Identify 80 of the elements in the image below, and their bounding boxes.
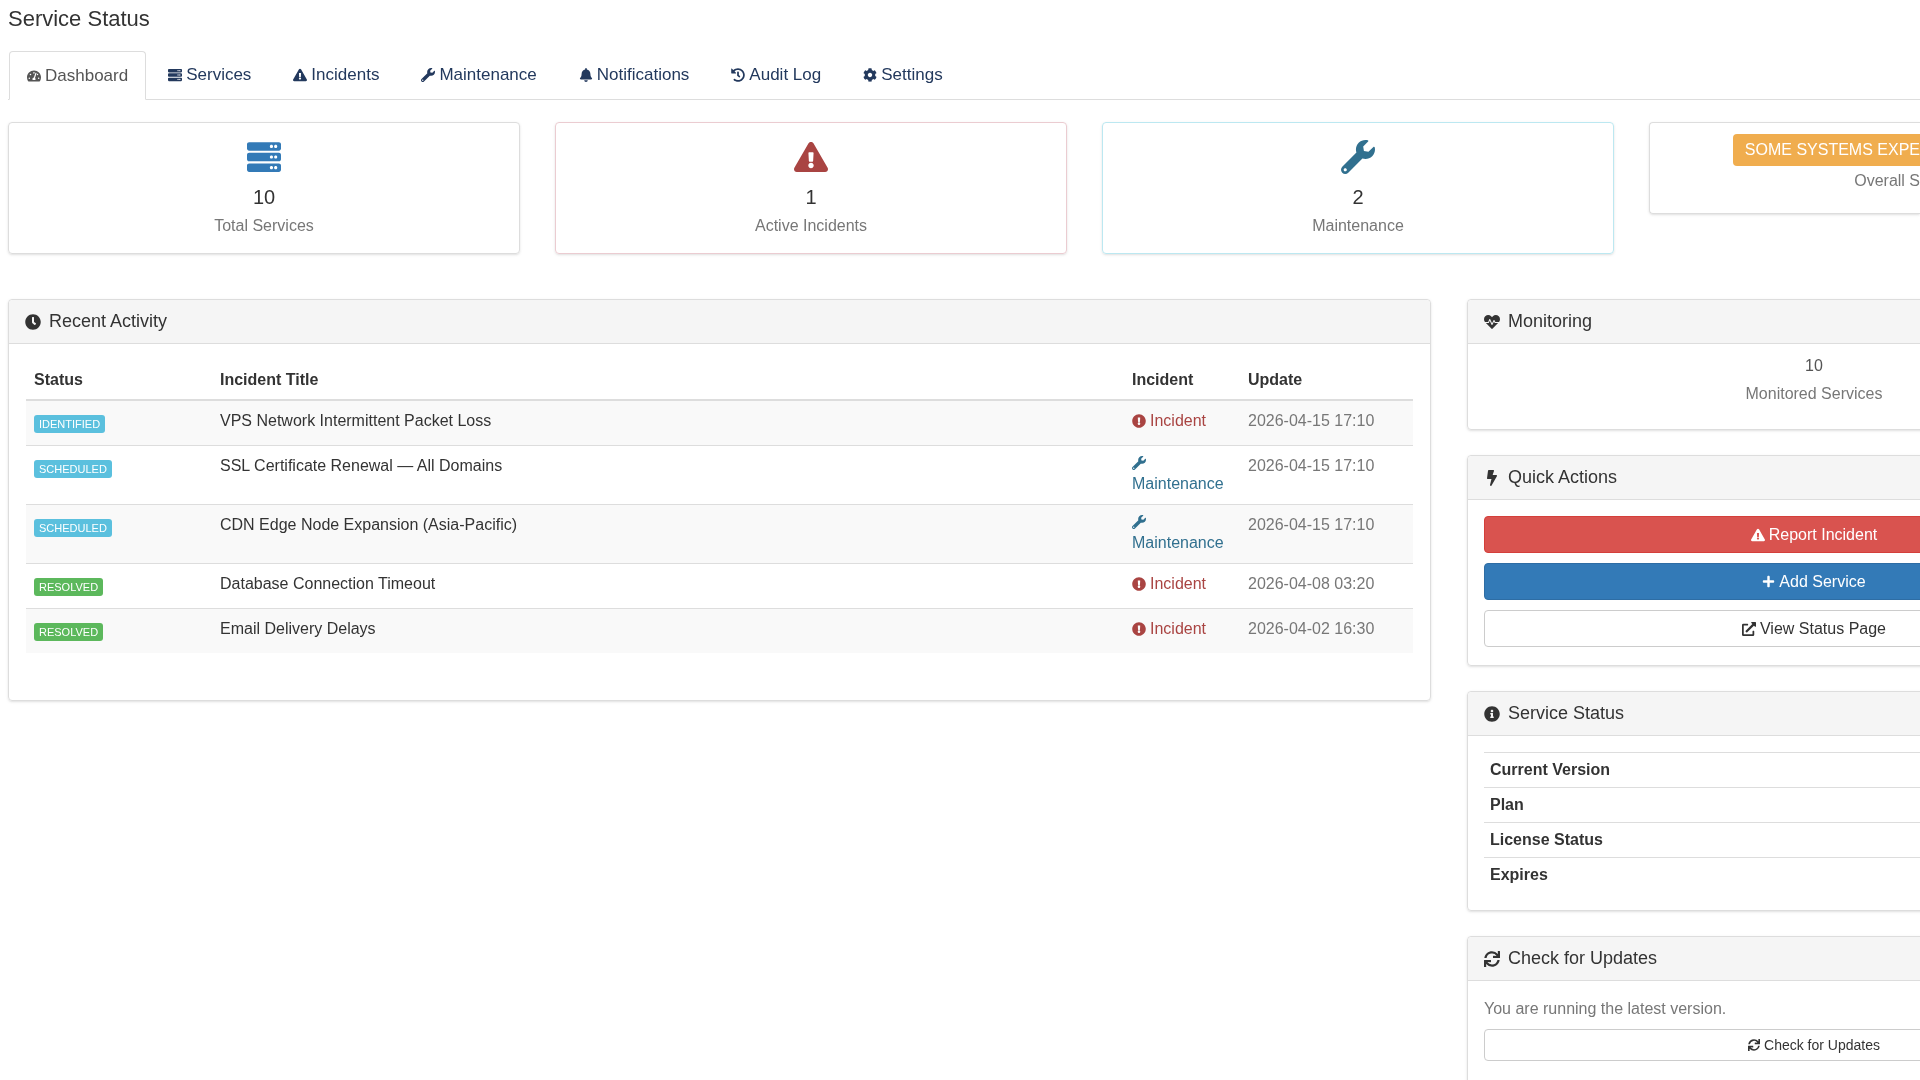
stat-label: Total Services xyxy=(214,216,314,236)
stat-label: Overall S xyxy=(1854,171,1920,191)
incident-link[interactable]: Incident xyxy=(1132,409,1232,433)
external-link-icon xyxy=(1742,621,1756,636)
nav-tab[interactable]: Dashboard xyxy=(9,51,147,100)
stat-value: 2 xyxy=(1352,185,1364,210)
action-button[interactable]: Report Incident xyxy=(1484,516,1920,553)
exclamation-icon xyxy=(1132,577,1146,591)
update-time: 2026-04-15 17:10 xyxy=(1248,516,1375,533)
action-button[interactable]: View Status Page xyxy=(1484,610,1920,647)
settings-icon xyxy=(863,67,878,82)
warning-icon xyxy=(1750,527,1765,542)
column-header: Status xyxy=(34,370,83,388)
warning-icon xyxy=(293,67,308,82)
wrench-icon xyxy=(1132,456,1146,470)
info-label: License Status xyxy=(1490,830,1603,850)
panel-title: Monitoring xyxy=(1508,310,1593,333)
incident-title: SSL Certificate Renewal — All Domains xyxy=(220,457,503,474)
server-icon xyxy=(168,67,183,82)
info-label: Current Version xyxy=(1490,760,1611,780)
wrench-icon xyxy=(1132,515,1146,529)
info-icon xyxy=(1484,705,1500,722)
monitored-label: Monitored Services xyxy=(1745,384,1883,404)
stat-value: 1 xyxy=(805,185,817,210)
warning-icon xyxy=(794,140,828,174)
incident-title: VPS Network Intermittent Packet Loss xyxy=(220,412,492,429)
plus-icon xyxy=(1762,575,1776,588)
incident-title: CDN Edge Node Expansion (Asia-Pacific) xyxy=(220,516,517,533)
update-time: 2026-04-08 03:20 xyxy=(1248,575,1375,592)
bolt-icon xyxy=(1484,469,1500,486)
dashboard-icon xyxy=(27,68,41,83)
info-label: Expires xyxy=(1490,865,1548,885)
panel-title: Quick Actions xyxy=(1508,466,1618,489)
nav-tab[interactable]: Notifications xyxy=(558,50,710,99)
panel-title: Recent Activity xyxy=(49,310,168,333)
status-label: SCHEDULED xyxy=(34,519,112,537)
heartbeat-icon xyxy=(1484,313,1500,330)
wrench-icon xyxy=(421,67,436,82)
clock-icon xyxy=(25,313,41,330)
stat-value: 10 xyxy=(252,185,276,210)
maintenance-link[interactable]: Maintenance xyxy=(1132,454,1232,496)
nav-tab[interactable]: Services xyxy=(148,50,272,99)
update-time: 2026-04-15 17:10 xyxy=(1248,457,1375,474)
update-time: 2026-04-02 16:30 xyxy=(1248,620,1375,637)
wrench-icon xyxy=(1341,140,1375,174)
status-label: RESOLVED xyxy=(34,578,104,596)
bell-icon xyxy=(578,67,593,82)
info-label: Plan xyxy=(1490,795,1524,815)
status-label: RESOLVED xyxy=(34,623,104,641)
history-icon xyxy=(731,67,746,82)
nav-tab[interactable]: Maintenance xyxy=(401,50,557,99)
page-title: Service Status xyxy=(8,5,151,33)
nav-tab[interactable]: Incidents xyxy=(273,50,400,99)
maintenance-link[interactable]: Maintenance xyxy=(1132,513,1232,555)
refresh-icon xyxy=(1484,950,1500,967)
status-badge: SOME SYSTEMS EXPE xyxy=(1732,134,1920,166)
panel-title: Service Status xyxy=(1508,702,1625,725)
incident-title: Database Connection Timeout xyxy=(220,575,436,592)
refresh-icon xyxy=(1748,1039,1760,1051)
monitored-count: 10 xyxy=(1805,356,1823,376)
column-header: Update xyxy=(1248,370,1303,388)
nav-tab[interactable]: Audit Log xyxy=(711,50,842,99)
column-header: Incident xyxy=(1132,370,1194,388)
stat-label: Maintenance xyxy=(1312,216,1404,236)
incident-link[interactable]: Incident xyxy=(1132,572,1232,596)
status-label: SCHEDULED xyxy=(34,460,112,478)
incident-title: Email Delivery Delays xyxy=(220,620,376,637)
action-button[interactable]: Add Service xyxy=(1484,563,1920,600)
nav-tab[interactable]: Settings xyxy=(843,50,963,99)
exclamation-icon xyxy=(1132,622,1146,636)
stat-label: Active Incidents xyxy=(754,216,868,236)
server-icon xyxy=(247,140,281,174)
update-time: 2026-04-15 17:10 xyxy=(1248,412,1375,429)
check-updates-button[interactable]: Check for Updates xyxy=(1484,1029,1920,1061)
exclamation-icon xyxy=(1132,414,1146,428)
update-message: You are running the latest version. xyxy=(1484,999,1728,1019)
status-label: IDENTIFIED xyxy=(34,415,106,433)
panel-title: Check for Updates xyxy=(1508,947,1658,970)
column-header: Incident Title xyxy=(220,370,319,388)
incident-link[interactable]: Incident xyxy=(1132,617,1232,641)
